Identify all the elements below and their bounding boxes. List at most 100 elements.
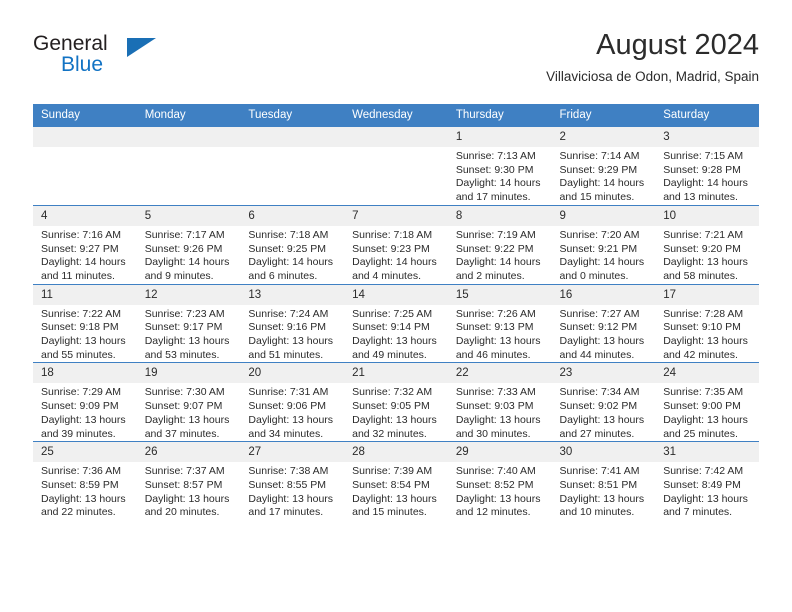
sunset-text: Sunset: 9:16 PM [248, 321, 327, 334]
sunset-text: Sunset: 8:51 PM [559, 478, 638, 491]
daylight-text: Daylight: 14 hours [144, 256, 230, 269]
day-details: Sunrise: 7:40 AM Sunset: 8:52 PM Daylight:… [448, 462, 552, 520]
day-number: 9 [551, 205, 656, 226]
sunset-text: Sunset: 9:20 PM [663, 242, 741, 255]
day-details: Sunrise: 7:28 AM Sunset: 9:10 PM Daylight:… [655, 305, 759, 363]
day-details: Sunrise: 7:14 AM Sunset: 9:29 PM Daylight:… [552, 147, 656, 205]
daylight-text: and 25 minutes. [663, 427, 738, 440]
daylight-text: and 13 minutes. [663, 191, 738, 204]
page-header: General Blue August 2024 Villaviciosa de… [33, 28, 759, 98]
daylight-text: Daylight: 13 hours [663, 413, 748, 426]
weekday-header-cell: Saturday [655, 104, 759, 127]
calendar-day-cell[interactable]: 19 Sunrise: 7:30 AM Sunset: 9:07 PM Dayligh… [136, 362, 241, 442]
calendar-day-cell[interactable]: 25 Sunrise: 7:36 AM Sunset: 8:59 PM Dayligh… [33, 441, 137, 521]
sunset-text: Sunset: 8:52 PM [455, 478, 534, 491]
day-details: Sunrise: 7:16 AM Sunset: 9:27 PM Daylight:… [33, 226, 137, 284]
calendar-day-cell[interactable]: 30 Sunrise: 7:41 AM Sunset: 8:51 PM Dayligh… [551, 441, 656, 521]
calendar-day-cell[interactable]: 8 Sunrise: 7:19 AM Sunset: 9:22 PM Daylight… [447, 204, 552, 285]
daylight-text: and 15 minutes. [352, 506, 427, 519]
day-number: 25 [33, 442, 137, 463]
calendar-day-cell[interactable]: 20 Sunrise: 7:31 AM Sunset: 9:06 PM Dayligh… [240, 362, 345, 442]
sunset-text: Sunset: 9:26 PM [144, 242, 223, 255]
calendar-day-cell[interactable]: 4 Sunrise: 7:16 AM Sunset: 9:27 PM Daylight… [33, 204, 137, 285]
calendar-day-cell[interactable]: 21 Sunrise: 7:32 AM Sunset: 9:05 PM Dayligh… [344, 362, 448, 442]
sunset-text: Sunset: 9:05 PM [352, 400, 430, 413]
calendar-day-cell[interactable]: 29 Sunrise: 7:40 AM Sunset: 8:52 PM Dayligh… [447, 441, 552, 521]
daylight-text: and 17 minutes. [455, 191, 531, 204]
sunrise-text: Sunrise: 7:26 AM [455, 307, 536, 320]
day-number: 14 [344, 284, 448, 305]
calendar-day-cell[interactable]: 24 Sunrise: 7:35 AM Sunset: 9:00 PM Dayligh… [655, 362, 759, 442]
daylight-text: and 9 minutes. [144, 269, 214, 282]
day-details: Sunrise: 7:18 AM Sunset: 9:23 PM Daylight:… [344, 226, 448, 284]
daylight-text: Daylight: 14 hours [455, 256, 541, 269]
daylight-text: Daylight: 14 hours [248, 256, 334, 269]
day-number: 29 [447, 442, 552, 463]
day-number: 30 [551, 442, 656, 463]
sunrise-text: Sunrise: 7:32 AM [352, 386, 433, 399]
weekday-header-cell: Monday [136, 104, 241, 127]
day-details: Sunrise: 7:15 AM Sunset: 9:28 PM Daylight:… [655, 147, 759, 205]
weekday-header-cell: Thursday [447, 104, 552, 127]
sunset-text: Sunset: 8:55 PM [248, 478, 327, 491]
day-details: Sunrise: 7:22 AM Sunset: 9:18 PM Daylight:… [33, 305, 137, 363]
calendar-day-cell[interactable]: 27 Sunrise: 7:38 AM Sunset: 8:55 PM Dayligh… [240, 441, 345, 521]
daylight-text: and 37 minutes. [144, 427, 220, 440]
daylight-text: and 4 minutes. [352, 269, 421, 282]
day-number: 28 [344, 442, 448, 463]
title-block: August 2024 Villaviciosa de Odon, Madrid… [546, 28, 759, 87]
day-details: Sunrise: 7:24 AM Sunset: 9:16 PM Daylight:… [240, 305, 344, 363]
calendar-day-cell[interactable]: 7 Sunrise: 7:18 AM Sunset: 9:23 PM Daylight… [344, 204, 448, 285]
daylight-text: and 46 minutes. [455, 348, 531, 361]
calendar-week-row: 18 Sunrise: 7:29 AM Sunset: 9:09 PM Dayligh… [33, 362, 759, 442]
day-details: Sunrise: 7:31 AM Sunset: 9:06 PM Daylight:… [240, 383, 344, 441]
daylight-text: and 15 minutes. [559, 191, 635, 204]
day-number: 15 [447, 284, 552, 305]
daylight-text: and 20 minutes. [144, 506, 220, 519]
weekday-header-cell: Tuesday [240, 104, 345, 127]
calendar-day-cell[interactable]: 1 Sunrise: 7:13 AM Sunset: 9:30 PM Daylight… [447, 126, 552, 206]
day-details: Sunrise: 7:32 AM Sunset: 9:05 PM Daylight:… [344, 383, 448, 441]
calendar-day-cell[interactable]: 5 Sunrise: 7:17 AM Sunset: 9:26 PM Daylight… [136, 204, 241, 285]
calendar-day-cell[interactable]: 31 Sunrise: 7:42 AM Sunset: 8:49 PM Dayligh… [655, 441, 759, 521]
calendar-day-cell[interactable]: 2 Sunrise: 7:14 AM Sunset: 9:29 PM Daylight… [551, 126, 656, 206]
brand-name-blue: Blue [61, 53, 104, 76]
brand-logo[interactable]: General Blue [33, 32, 163, 84]
calendar-day-cell[interactable]: 11 Sunrise: 7:22 AM Sunset: 9:18 PM Dayligh… [33, 283, 137, 363]
daylight-text: Daylight: 13 hours [248, 335, 334, 348]
day-number: 1 [447, 127, 552, 147]
sunset-text: Sunset: 9:29 PM [559, 163, 638, 176]
sunset-text: Sunset: 9:17 PM [144, 321, 223, 334]
calendar-day-cell[interactable]: 28 Sunrise: 7:39 AM Sunset: 8:54 PM Dayligh… [344, 441, 448, 521]
daylight-text: Daylight: 14 hours [41, 256, 126, 269]
calendar-day-cell[interactable]: 23 Sunrise: 7:34 AM Sunset: 9:02 PM Dayligh… [551, 362, 656, 442]
calendar-day-cell[interactable]: 3 Sunrise: 7:15 AM Sunset: 9:28 PM Daylight… [655, 126, 759, 206]
weekday-header: Sunday Monday Tuesday Wednesday Thursday Frid… [33, 104, 759, 127]
day-details: Sunrise: 7:27 AM Sunset: 9:12 PM Daylight:… [552, 305, 656, 363]
calendar-day-cell[interactable]: 22 Sunrise: 7:33 AM Sunset: 9:03 PM Dayligh… [447, 362, 552, 442]
sunrise-text: Sunrise: 7:18 AM [352, 228, 433, 241]
sunrise-text: Sunrise: 7:23 AM [144, 307, 225, 320]
sunrise-text: Sunrise: 7:33 AM [455, 386, 536, 399]
daylight-text: and 51 minutes. [248, 348, 324, 361]
day-details: Sunrise: 7:34 AM Sunset: 9:02 PM Daylight:… [552, 383, 656, 441]
calendar-day-cell[interactable]: 10 Sunrise: 7:21 AM Sunset: 9:20 PM Dayligh… [655, 204, 759, 285]
calendar-day-cell[interactable]: 26 Sunrise: 7:37 AM Sunset: 8:57 PM Dayligh… [136, 441, 241, 521]
sunset-text: Sunset: 9:13 PM [455, 321, 534, 334]
day-number: 27 [240, 442, 345, 463]
day-number: 11 [33, 284, 137, 305]
calendar-day-cell[interactable]: 18 Sunrise: 7:29 AM Sunset: 9:09 PM Dayligh… [33, 362, 137, 442]
calendar-day-cell[interactable]: 16 Sunrise: 7:27 AM Sunset: 9:12 PM Dayligh… [551, 283, 656, 363]
day-number: 17 [655, 284, 759, 305]
calendar-day-cell[interactable]: 9 Sunrise: 7:20 AM Sunset: 9:21 PM Daylight… [551, 204, 656, 285]
calendar-day-cell[interactable]: 6 Sunrise: 7:18 AM Sunset: 9:25 PM Daylight… [240, 204, 345, 285]
calendar-day-cell[interactable]: 14 Sunrise: 7:25 AM Sunset: 9:14 PM Dayligh… [344, 283, 448, 363]
sunset-text: Sunset: 9:21 PM [559, 242, 638, 255]
daylight-text: Daylight: 13 hours [144, 492, 230, 505]
calendar-day-cell[interactable]: 13 Sunrise: 7:24 AM Sunset: 9:16 PM Dayligh… [240, 283, 345, 363]
daylight-text: and 0 minutes. [559, 269, 629, 282]
sunset-text: Sunset: 8:57 PM [144, 478, 223, 491]
calendar-day-cell[interactable]: 12 Sunrise: 7:23 AM Sunset: 9:17 PM Dayligh… [136, 283, 241, 363]
calendar-day-cell[interactable]: 17 Sunrise: 7:28 AM Sunset: 9:10 PM Dayligh… [655, 283, 759, 363]
calendar-day-cell[interactable]: 15 Sunrise: 7:26 AM Sunset: 9:13 PM Dayligh… [447, 283, 552, 363]
